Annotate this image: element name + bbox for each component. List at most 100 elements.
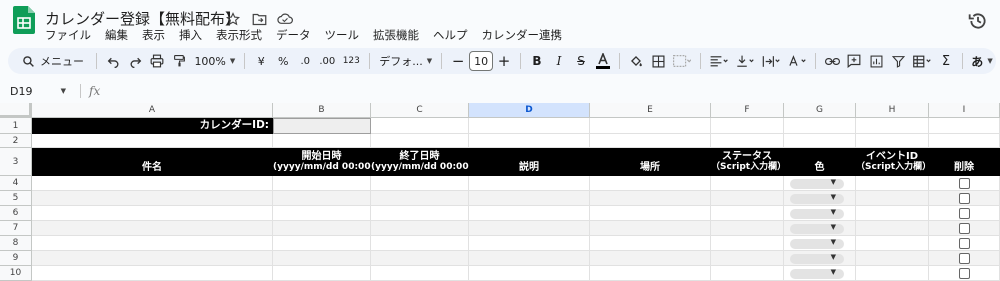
column-header-e[interactable]: E bbox=[590, 103, 711, 118]
print-icon[interactable] bbox=[146, 50, 168, 72]
row-header-1[interactable]: 1 bbox=[0, 118, 32, 134]
row-header-10[interactable]: 10 bbox=[0, 266, 32, 281]
delete-checkbox-cell[interactable] bbox=[929, 236, 1000, 251]
cell-h7[interactable] bbox=[856, 221, 929, 236]
insert-comment-icon[interactable] bbox=[843, 50, 865, 72]
menu-calendar-sync[interactable]: カレンダー連携 bbox=[475, 27, 570, 43]
percent-format-button[interactable]: % bbox=[272, 50, 294, 72]
cell-c7[interactable] bbox=[371, 221, 469, 236]
cell-f4[interactable] bbox=[711, 176, 784, 191]
text-rotation-icon[interactable] bbox=[784, 50, 810, 72]
cell-e10[interactable] bbox=[590, 266, 711, 281]
sheets-logo-icon[interactable] bbox=[13, 6, 35, 34]
cell-f6[interactable] bbox=[711, 206, 784, 221]
menu-view[interactable]: 表示 bbox=[135, 27, 172, 43]
cell-h6[interactable] bbox=[856, 206, 929, 221]
delete-checkbox[interactable] bbox=[959, 253, 970, 264]
cell-a2[interactable] bbox=[32, 134, 273, 148]
cell-a4[interactable] bbox=[32, 176, 273, 191]
currency-format-button[interactable]: ¥ bbox=[250, 50, 272, 72]
filter-views-icon[interactable] bbox=[909, 50, 935, 72]
column-header-b[interactable]: B bbox=[273, 103, 371, 118]
color-dropdown[interactable]: ▼ bbox=[790, 238, 844, 249]
color-dropdown[interactable]: ▼ bbox=[790, 178, 844, 189]
cell-g1[interactable] bbox=[784, 118, 856, 134]
row-header-4[interactable]: 4 bbox=[0, 176, 32, 191]
cell-h8[interactable] bbox=[856, 236, 929, 251]
decrease-font-size-icon[interactable]: − bbox=[447, 50, 469, 72]
merge-cells-icon[interactable] bbox=[669, 50, 695, 72]
delete-checkbox[interactable] bbox=[959, 238, 970, 249]
filter-icon[interactable] bbox=[887, 50, 909, 72]
menu-data[interactable]: データ bbox=[269, 27, 318, 43]
text-color-icon[interactable] bbox=[592, 50, 614, 72]
cell-c2[interactable] bbox=[371, 134, 469, 148]
menu-search[interactable]: メニュー bbox=[14, 50, 91, 72]
cell-d9[interactable] bbox=[469, 251, 590, 266]
delete-checkbox-cell[interactable] bbox=[929, 191, 1000, 206]
cell-e8[interactable] bbox=[590, 236, 711, 251]
number-format-button[interactable]: 123 bbox=[338, 50, 364, 72]
menu-insert[interactable]: 挿入 bbox=[172, 27, 209, 43]
delete-checkbox-cell[interactable] bbox=[929, 221, 1000, 236]
color-dropdown-cell[interactable]: ▼ bbox=[784, 266, 856, 281]
cell-f7[interactable] bbox=[711, 221, 784, 236]
cell-d5[interactable] bbox=[469, 191, 590, 206]
color-dropdown[interactable]: ▼ bbox=[790, 268, 844, 279]
bold-icon[interactable]: B bbox=[526, 50, 548, 72]
color-dropdown-cell[interactable]: ▼ bbox=[784, 221, 856, 236]
color-dropdown-cell[interactable]: ▼ bbox=[784, 176, 856, 191]
delete-checkbox[interactable] bbox=[959, 208, 970, 219]
cell-f5[interactable] bbox=[711, 191, 784, 206]
cell-c4[interactable] bbox=[371, 176, 469, 191]
menu-tools[interactable]: ツール bbox=[318, 27, 367, 43]
row-header-7[interactable]: 7 bbox=[0, 221, 32, 236]
cell-i2[interactable] bbox=[929, 134, 1000, 148]
cell-e6[interactable] bbox=[590, 206, 711, 221]
color-dropdown[interactable]: ▼ bbox=[790, 253, 844, 264]
history-icon[interactable] bbox=[968, 11, 988, 31]
header-color[interactable]: 色 bbox=[784, 148, 856, 176]
header-status[interactable]: ステータス （Script入力欄） bbox=[711, 148, 786, 176]
cell-b6[interactable] bbox=[273, 206, 371, 221]
cell-b2[interactable] bbox=[273, 134, 371, 148]
row-header-5[interactable]: 5 bbox=[0, 191, 32, 206]
cell-b5[interactable] bbox=[273, 191, 371, 206]
name-box[interactable]: D19 ▼ bbox=[0, 82, 72, 100]
menu-file[interactable]: ファイル bbox=[38, 27, 98, 43]
column-header-g[interactable]: G bbox=[784, 103, 856, 118]
document-title[interactable]: カレンダー登録【無料配布】 bbox=[45, 8, 240, 29]
cell-d8[interactable] bbox=[469, 236, 590, 251]
column-header-c[interactable]: C bbox=[371, 103, 469, 118]
cell-f2[interactable] bbox=[711, 134, 784, 148]
select-all-corner[interactable] bbox=[0, 103, 32, 118]
cell-f8[interactable] bbox=[711, 236, 784, 251]
calendar-id-input[interactable] bbox=[273, 118, 371, 134]
cell-h4[interactable] bbox=[856, 176, 929, 191]
cell-c9[interactable] bbox=[371, 251, 469, 266]
cell-h9[interactable] bbox=[856, 251, 929, 266]
vertical-align-icon[interactable] bbox=[732, 50, 758, 72]
row-header-6[interactable]: 6 bbox=[0, 206, 32, 221]
header-start[interactable]: 開始日時 (yyyy/mm/dd 00:00) bbox=[273, 148, 375, 176]
cell-f1[interactable] bbox=[711, 118, 784, 134]
strikethrough-icon[interactable]: S bbox=[570, 50, 592, 72]
cell-g2[interactable] bbox=[784, 134, 856, 148]
delete-checkbox[interactable] bbox=[959, 223, 970, 234]
color-dropdown-cell[interactable]: ▼ bbox=[784, 191, 856, 206]
cell-e7[interactable] bbox=[590, 221, 711, 236]
row-header-8[interactable]: 8 bbox=[0, 236, 32, 251]
color-dropdown[interactable]: ▼ bbox=[790, 193, 844, 204]
row-header-2[interactable]: 2 bbox=[0, 134, 32, 148]
cell-d4[interactable] bbox=[469, 176, 590, 191]
cell-e1[interactable] bbox=[590, 118, 711, 134]
font-family-select[interactable]: デフォ... ▼ bbox=[375, 50, 436, 72]
row-header-3[interactable]: 3 bbox=[0, 148, 32, 176]
delete-checkbox[interactable] bbox=[959, 178, 970, 189]
cell-d6[interactable] bbox=[469, 206, 590, 221]
cell-e5[interactable] bbox=[590, 191, 711, 206]
delete-checkbox[interactable] bbox=[959, 193, 970, 204]
color-dropdown-cell[interactable]: ▼ bbox=[784, 251, 856, 266]
cell-c1[interactable] bbox=[371, 118, 469, 134]
star-icon[interactable] bbox=[224, 10, 242, 28]
